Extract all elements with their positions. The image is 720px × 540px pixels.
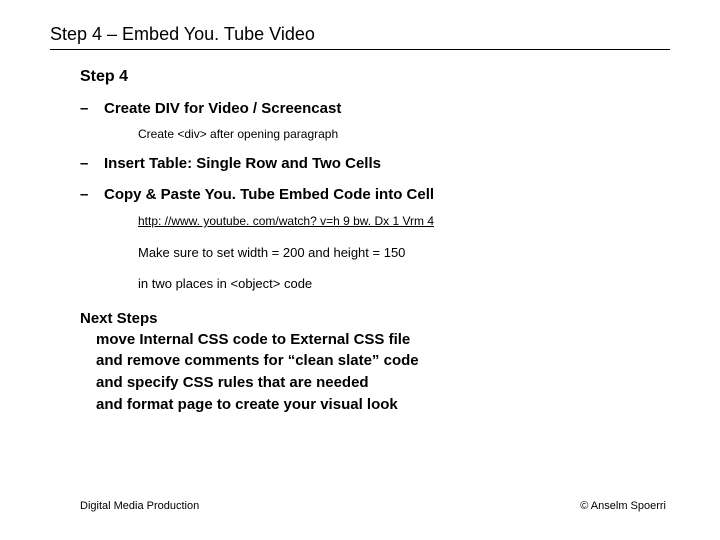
step-subtitle: Step 4 xyxy=(80,68,670,86)
bullet-link-wrap: http: //www. youtube. com/watch? v=h 9 b… xyxy=(138,211,670,231)
slide: Step 4 – Embed You. Tube Video Step 4 – … xyxy=(0,0,720,540)
next-steps-line: and specify CSS rules that are needed xyxy=(96,372,670,394)
bullet-dash: – xyxy=(80,155,104,172)
bullet-note: Make sure to set width = 200 and height … xyxy=(138,243,670,263)
youtube-link[interactable]: http: //www. youtube. com/watch? v=h 9 b… xyxy=(138,214,434,228)
footer-left: Digital Media Production xyxy=(80,500,199,512)
bullet-dash: – xyxy=(80,186,104,203)
next-steps: Next Steps move Internal CSS code to Ext… xyxy=(80,310,670,416)
bullet-text: Copy & Paste You. Tube Embed Code into C… xyxy=(104,186,434,203)
bullet-item: – Copy & Paste You. Tube Embed Code into… xyxy=(80,186,670,203)
bullet-text: Insert Table: Single Row and Two Cells xyxy=(104,155,381,172)
bullet-item: – Create DIV for Video / Screencast xyxy=(80,100,670,117)
bullet-subtext: Create <div> after opening paragraph xyxy=(138,125,670,143)
footer: Digital Media Production © Anselm Spoerr… xyxy=(0,500,720,512)
bullet-item: – Insert Table: Single Row and Two Cells xyxy=(80,155,670,172)
next-steps-line: and remove comments for “clean slate” co… xyxy=(96,350,670,372)
bullet-text: Create DIV for Video / Screencast xyxy=(104,100,341,117)
next-steps-line: move Internal CSS code to External CSS f… xyxy=(96,329,670,351)
next-steps-heading: Next Steps xyxy=(80,310,670,327)
bullet-dash: – xyxy=(80,100,104,117)
next-steps-line: and format page to create your visual lo… xyxy=(96,394,670,416)
slide-title: Step 4 – Embed You. Tube Video xyxy=(50,24,670,50)
footer-right: © Anselm Spoerri xyxy=(580,500,666,512)
bullet-note: in two places in <object> code xyxy=(138,274,670,294)
